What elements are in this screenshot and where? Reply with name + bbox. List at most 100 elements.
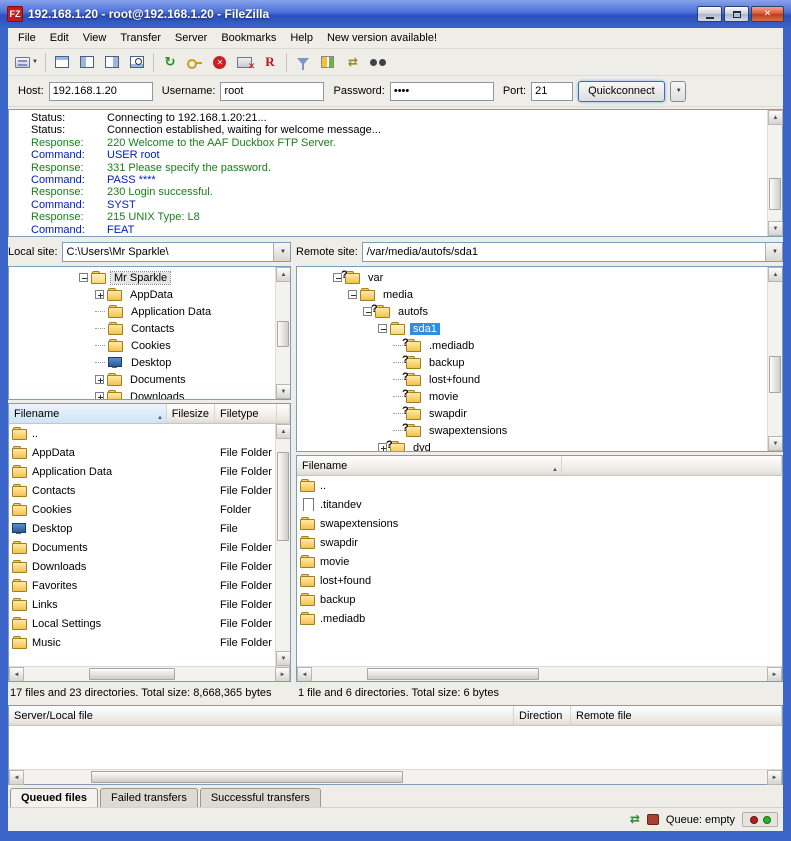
remote-site-combo[interactable]: /var/media/autofs/sda1 — [362, 242, 783, 262]
cancel-button[interactable] — [208, 51, 232, 74]
collapse-icon[interactable] — [79, 273, 88, 282]
tab-successful-transfers[interactable]: Successful transfers — [200, 788, 321, 807]
directory-comparison-button[interactable] — [316, 51, 340, 74]
tree-item-movie[interactable]: movie — [297, 388, 767, 405]
tree-item-media[interactable]: media — [297, 286, 767, 303]
remote-tree-scrollbar[interactable] — [767, 267, 782, 451]
scroll-up-icon[interactable] — [276, 267, 291, 282]
queue-hscrollbar[interactable] — [9, 769, 782, 784]
scroll-up-icon[interactable] — [768, 110, 783, 125]
tree-item-mr-sparkle[interactable]: Mr Sparkle — [9, 269, 275, 286]
column-header-filename[interactable]: Filename — [297, 456, 562, 475]
column-header-direction[interactable]: Direction — [514, 706, 571, 725]
disconnect-button[interactable] — [233, 51, 257, 74]
site-manager-button[interactable] — [12, 51, 41, 74]
column-header-local-file[interactable]: Server/Local file — [9, 706, 514, 725]
quickconnect-button[interactable]: Quickconnect — [578, 81, 665, 102]
refresh-button[interactable] — [158, 51, 182, 74]
toggle-queue-button[interactable] — [125, 51, 149, 74]
scrollbar-thumb[interactable] — [277, 452, 289, 541]
tree-item-lost-found[interactable]: lost+found — [297, 371, 767, 388]
toggle-log-button[interactable] — [50, 51, 74, 74]
expand-icon[interactable] — [95, 375, 104, 384]
file-row[interactable]: DownloadsFile Folder — [9, 557, 275, 576]
menu-view[interactable]: View — [76, 29, 114, 47]
tree-item-application-data[interactable]: Application Data — [9, 303, 275, 320]
tree-item-documents[interactable]: Documents — [9, 371, 275, 388]
scroll-up-icon[interactable] — [276, 424, 291, 439]
menu-server[interactable]: Server — [168, 29, 214, 47]
file-row[interactable]: DesktopFile — [9, 519, 275, 538]
tree-item-sda1[interactable]: sda1 — [297, 320, 767, 337]
tree-item-var[interactable]: var — [297, 269, 767, 286]
host-input[interactable] — [49, 82, 153, 101]
tree-item-appdata[interactable]: AppData — [9, 286, 275, 303]
port-input[interactable] — [531, 82, 573, 101]
file-row[interactable]: lost+found — [297, 571, 782, 590]
file-row[interactable]: Local SettingsFile Folder — [9, 614, 275, 633]
file-row[interactable]: .mediadb — [297, 609, 782, 628]
scroll-right-icon[interactable] — [767, 770, 782, 785]
tree-item-backup[interactable]: backup — [297, 354, 767, 371]
toggle-local-tree-button[interactable] — [75, 51, 99, 74]
menu-bookmarks[interactable]: Bookmarks — [214, 29, 283, 47]
username-input[interactable] — [220, 82, 324, 101]
collapse-icon[interactable] — [348, 290, 357, 299]
scroll-down-icon[interactable] — [276, 651, 291, 666]
dropdown-arrow-icon[interactable] — [273, 243, 290, 261]
file-row-up[interactable]: .. — [9, 424, 275, 443]
minimize-button[interactable] — [697, 6, 722, 22]
reconnect-button[interactable] — [258, 51, 282, 74]
scrollbar-thumb[interactable] — [277, 321, 289, 348]
scrollbar-thumb[interactable] — [91, 771, 403, 783]
column-header-filesize[interactable]: Filesize — [167, 404, 215, 423]
scroll-left-icon[interactable] — [9, 770, 24, 785]
tree-item-desktop[interactable]: Desktop — [9, 354, 275, 371]
scroll-up-icon[interactable] — [768, 267, 783, 282]
expand-icon[interactable] — [95, 392, 104, 399]
file-row[interactable]: AppDataFile Folder — [9, 443, 275, 462]
file-row[interactable]: movie — [297, 552, 782, 571]
file-row[interactable]: ContactsFile Folder — [9, 481, 275, 500]
column-header-remote-file[interactable]: Remote file — [571, 706, 782, 725]
file-row[interactable]: Application DataFile Folder — [9, 462, 275, 481]
quickconnect-dropdown-button[interactable] — [670, 81, 686, 102]
maximize-button[interactable] — [724, 6, 749, 22]
file-row[interactable]: FavoritesFile Folder — [9, 576, 275, 595]
tree-item-autofs[interactable]: autofs — [297, 303, 767, 320]
menu-new-version[interactable]: New version available! — [320, 29, 444, 47]
scroll-right-icon[interactable] — [767, 667, 782, 682]
expand-icon[interactable] — [95, 290, 104, 299]
collapse-icon[interactable] — [378, 324, 387, 333]
local-list-hscrollbar[interactable] — [9, 666, 290, 681]
file-row[interactable]: CookiesFolder — [9, 500, 275, 519]
synchronized-browsing-button[interactable] — [341, 51, 365, 74]
scroll-down-icon[interactable] — [768, 436, 783, 451]
file-row-up[interactable]: .. — [297, 476, 782, 495]
dropdown-arrow-icon[interactable] — [765, 243, 782, 261]
close-button[interactable] — [751, 6, 784, 22]
menu-edit[interactable]: Edit — [43, 29, 76, 47]
remote-list-hscrollbar[interactable] — [297, 666, 782, 681]
toggle-remote-tree-button[interactable] — [100, 51, 124, 74]
find-files-button[interactable] — [366, 51, 390, 74]
file-row[interactable]: .titandev — [297, 495, 782, 514]
scroll-right-icon[interactable] — [275, 667, 290, 682]
file-row[interactable]: MusicFile Folder — [9, 633, 275, 652]
scroll-left-icon[interactable] — [297, 667, 312, 682]
tree-item-downloads[interactable]: Downloads — [9, 388, 275, 399]
tree-item-swapextensions[interactable]: swapextensions — [297, 422, 767, 439]
tab-queued-files[interactable]: Queued files — [10, 788, 98, 807]
tree-item-contacts[interactable]: Contacts — [9, 320, 275, 337]
menu-help[interactable]: Help — [283, 29, 320, 47]
tree-item-cookies[interactable]: Cookies — [9, 337, 275, 354]
tree-item-swapdir[interactable]: swapdir — [297, 405, 767, 422]
file-row[interactable]: swapdir — [297, 533, 782, 552]
local-site-combo[interactable]: C:\Users\Mr Sparkle\ — [62, 242, 291, 262]
file-row[interactable]: swapextensions — [297, 514, 782, 533]
file-row[interactable]: backup — [297, 590, 782, 609]
log-scrollbar[interactable] — [767, 110, 782, 236]
scroll-down-icon[interactable] — [276, 384, 291, 399]
scroll-down-icon[interactable] — [768, 221, 783, 236]
column-header-filename[interactable]: Filename — [9, 404, 167, 423]
